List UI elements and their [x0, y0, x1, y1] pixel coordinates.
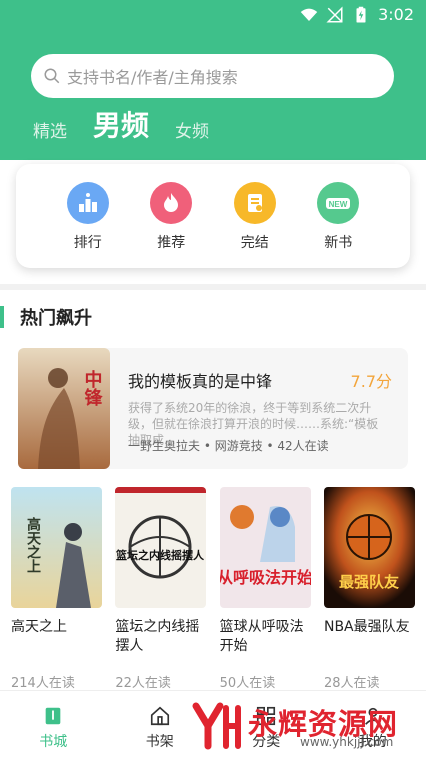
quick-ranking-label: 排行: [73, 235, 102, 251]
book-list: 高天之上 高天之上 214人在读 篮坛之内线摇摆人 篮坛之内线摇摆人 22人在读: [11, 487, 415, 691]
book-title: 篮坛之内线摇摆人: [115, 619, 200, 654]
featured-book-score: 7.7分: [350, 372, 392, 391]
featured-book-meta: 一野生奥拉夫 • 网游竞技 • 42人在读: [128, 439, 329, 453]
status-bar: 3:02: [0, 0, 426, 30]
book-cover: 高天之上: [11, 487, 102, 608]
nav-bookshelf-label: 书架: [145, 734, 174, 750]
divider: [0, 284, 426, 290]
bookstore-icon: [45, 707, 61, 725]
section-title-text: 热门飙升: [20, 308, 92, 329]
book-cover: 篮坛之内线摇摆人: [115, 487, 207, 608]
book-cover-title: 篮坛之内线摇摆人: [115, 548, 205, 562]
channel-tabs: 精选 男频 女频: [33, 110, 209, 143]
section-title: 热门飙升: [0, 305, 92, 329]
book-cover-title: 最强队友: [339, 573, 399, 591]
no-signal-icon: [326, 5, 343, 22]
book-card[interactable]: 从呼吸法开始 篮球从呼吸法开始 50人在读: [219, 487, 311, 691]
quick-new-book[interactable]: NEW 新书: [308, 182, 368, 252]
featured-book-title: 我的模板真的是中锋: [128, 372, 273, 391]
ranking-icon: [66, 182, 109, 224]
book-readers: 214人在读: [11, 676, 75, 691]
new-book-icon: NEW: [317, 182, 360, 224]
featured-book[interactable]: 中锋 我的模板真的是中锋 7.7分 获得了系统20年的徐浪，终于等到系统二次升级…: [18, 348, 408, 469]
quick-new-book-label: 新书: [324, 235, 353, 251]
nav-bookstore-label: 书城: [39, 734, 68, 750]
book-cover-title: 从呼吸法开始: [220, 568, 311, 587]
nav-bookstore[interactable]: 书城: [23, 705, 83, 757]
book-card[interactable]: 最强队友 NBA最强队友 28人在读: [323, 487, 415, 691]
section-accent-bar: [0, 306, 4, 328]
search-placeholder: 支持书名/作者/主角搜索: [67, 68, 238, 87]
bookshelf-icon: [150, 706, 169, 726]
tab-female[interactable]: 女频: [175, 117, 209, 142]
search-icon: [44, 68, 60, 84]
featured-book-cover: 中锋: [18, 348, 110, 469]
book-title: 篮球从呼吸法开始: [219, 619, 304, 654]
search-input[interactable]: 支持书名/作者/主角搜索: [31, 54, 394, 98]
book-title: NBA最强队友: [323, 619, 410, 635]
nav-bookshelf[interactable]: 书架: [130, 705, 190, 757]
book-card[interactable]: 高天之上 高天之上 214人在读: [11, 487, 102, 691]
battery-charging-icon: [356, 6, 366, 22]
header: 3:02 支持书名/作者/主角搜索 精选 男频 女频: [0, 0, 426, 160]
book-cover: 从呼吸法开始: [219, 487, 311, 608]
status-time: 3:02: [378, 5, 414, 24]
quick-ranking[interactable]: 排行: [58, 182, 118, 252]
svg-text:NEW: NEW: [329, 200, 348, 209]
quick-recommend-label: 推荐: [157, 235, 186, 251]
tab-selected[interactable]: 精选: [33, 117, 67, 142]
fire-icon: [150, 182, 193, 224]
quick-finished[interactable]: 完结: [225, 182, 285, 252]
finished-icon: [233, 182, 276, 224]
book-readers: 50人在读: [219, 676, 276, 691]
quick-recommend[interactable]: 推荐: [141, 182, 201, 252]
book-readers: 22人在读: [115, 676, 171, 691]
quick-finished-label: 完结: [240, 235, 269, 251]
book-cover: 最强队友: [323, 487, 415, 608]
book-card[interactable]: 篮坛之内线摇摆人 篮坛之内线摇摆人 22人在读: [115, 487, 207, 691]
watermark: 永辉资源网 www.yhkjjj.com: [190, 697, 420, 755]
book-readers: 28人在读: [323, 676, 380, 691]
tab-male[interactable]: 男频: [93, 110, 149, 142]
watermark-url: www.yhkjjj.com: [300, 735, 394, 749]
book-title: 高天之上: [11, 619, 67, 635]
quick-entry-card: 排行 推荐 完结 NEW 新书: [16, 164, 410, 268]
watermark-logo-icon: [192, 702, 241, 750]
wifi-icon: [300, 8, 318, 21]
featured-cover-title: 中锋: [82, 369, 103, 407]
book-cover-title: 高天之上: [25, 516, 41, 573]
